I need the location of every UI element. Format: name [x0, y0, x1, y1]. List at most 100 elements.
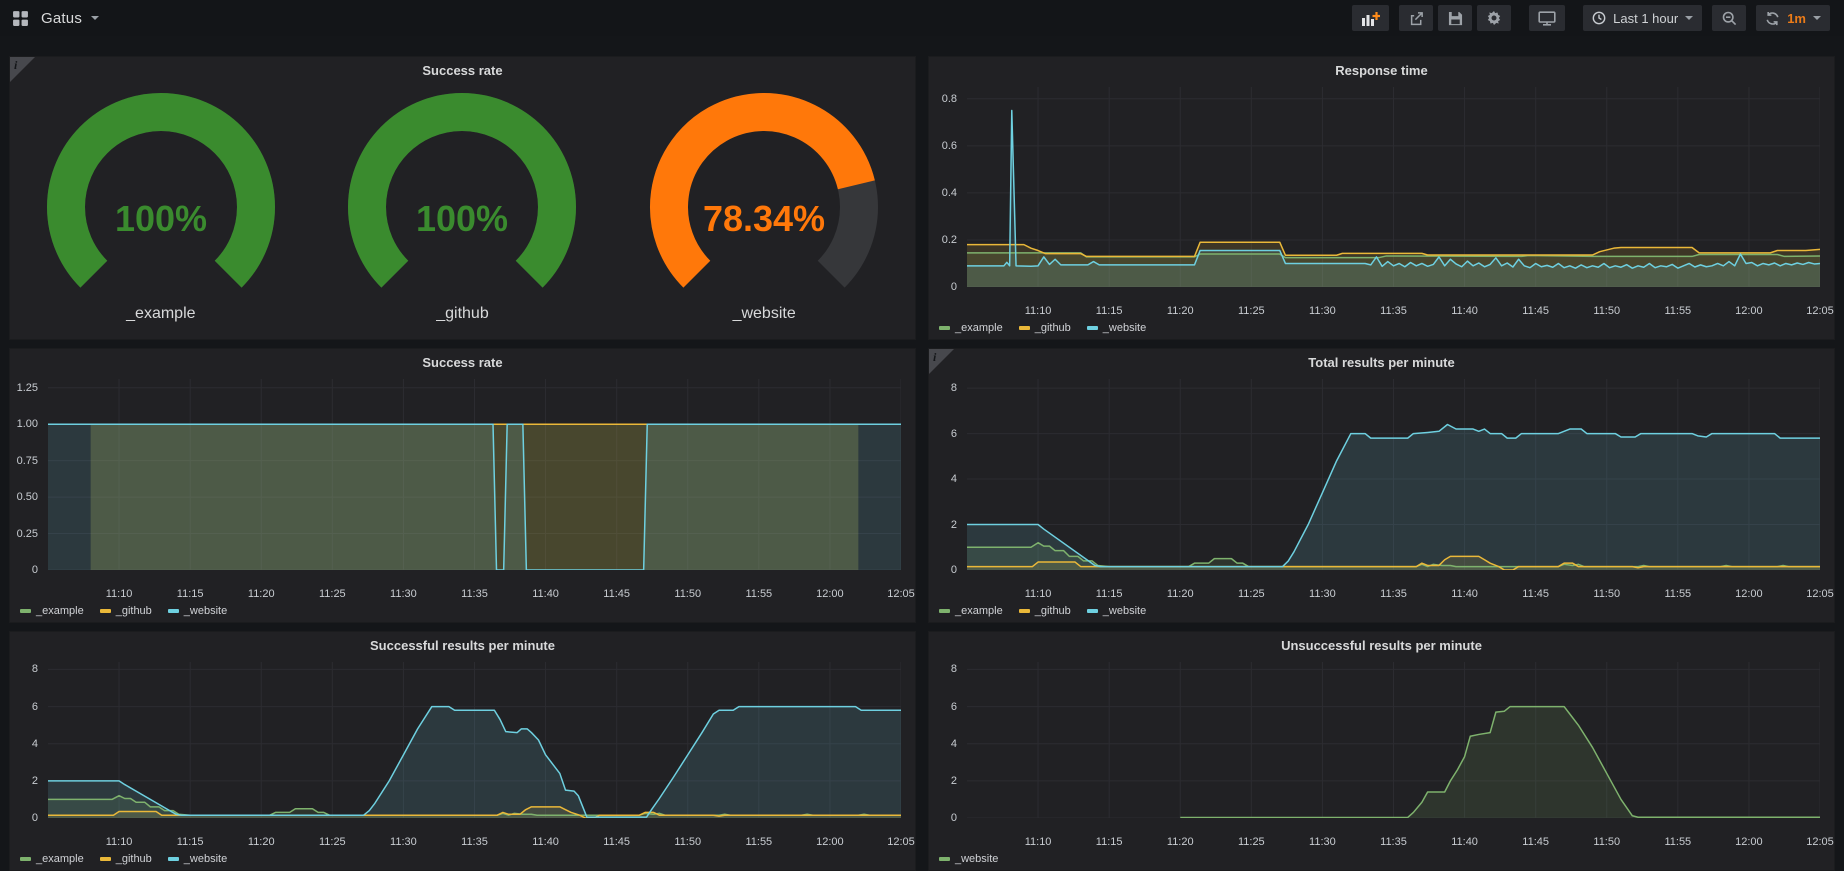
plot-area[interactable] [967, 87, 1820, 287]
apps-grid-icon[interactable] [12, 10, 29, 27]
caret-down-icon [91, 16, 99, 20]
x-tick-label: 11:40 [1451, 836, 1478, 848]
gauge-value: 78.34% [703, 198, 825, 239]
plot-area[interactable] [48, 662, 901, 818]
y-tick-label: 1.00 [17, 418, 38, 430]
save-button[interactable] [1438, 5, 1472, 31]
y-tick-label: 2 [951, 519, 957, 531]
x-tick-label: 11:35 [1380, 588, 1407, 600]
legend-swatch [20, 857, 31, 861]
share-icon [1409, 11, 1424, 26]
x-tick-label: 12:05 [887, 588, 915, 600]
legend-label: _github [116, 853, 152, 865]
x-tick-label: 12:00 [816, 836, 844, 848]
add-panel-button[interactable] [1352, 5, 1389, 31]
legend-item-_github[interactable]: _github [1019, 605, 1071, 617]
panel-total-results: Total results per minute 02468 11:1011:1… [928, 348, 1835, 623]
settings-button[interactable] [1477, 5, 1511, 31]
legend-item-_example[interactable]: _example [20, 605, 84, 617]
legend-item-_website[interactable]: _website [1087, 605, 1146, 617]
legend-item-_github[interactable]: _github [1019, 322, 1071, 334]
x-tick-label: 11:25 [1238, 588, 1265, 600]
panel-info-icon[interactable]: i [929, 349, 954, 374]
dashboard-title-dropdown[interactable]: Gatus [41, 10, 99, 27]
x-tick-label: 11:30 [1309, 836, 1336, 848]
tv-mode-button[interactable] [1529, 5, 1565, 31]
y-tick-label: 0.25 [17, 528, 38, 540]
gauge: 78.34% [644, 91, 884, 301]
x-tick-label: 11:15 [177, 836, 204, 848]
legend-swatch [1019, 609, 1030, 613]
legend-swatch [1019, 326, 1030, 330]
plot-canvas [967, 662, 1820, 818]
x-tick-label: 11:10 [1025, 588, 1052, 600]
y-axis: 00.250.500.751.001.25 [10, 379, 43, 570]
zoom-out-button[interactable] [1712, 5, 1746, 31]
plot-area[interactable] [48, 379, 901, 570]
y-tick-label: 0.6 [942, 140, 957, 152]
x-tick-label: 11:35 [461, 588, 488, 600]
refresh-picker[interactable]: 1m [1756, 5, 1830, 31]
legend-swatch [939, 326, 950, 330]
legend-swatch [168, 857, 179, 861]
plot-area[interactable] [967, 379, 1820, 570]
legend-item-_example[interactable]: _example [939, 605, 1003, 617]
legend-swatch [100, 857, 111, 861]
legend-label: _example [36, 605, 84, 617]
y-tick-label: 0.2 [942, 234, 957, 246]
legend-label: _example [955, 605, 1003, 617]
legend-swatch [939, 609, 950, 613]
y-tick-label: 0.4 [942, 187, 957, 199]
y-tick-label: 2 [32, 775, 38, 787]
gauge-value: 100% [416, 198, 508, 239]
panel-title[interactable]: Total results per minute [929, 349, 1834, 377]
share-button[interactable] [1399, 5, 1433, 31]
legend-item-_website[interactable]: _website [939, 853, 998, 865]
x-tick-label: 11:20 [1167, 305, 1194, 317]
legend-item-_example[interactable]: _example [20, 853, 84, 865]
x-tick-label: 11:45 [1522, 836, 1549, 848]
panel-title[interactable]: Unsuccessful results per minute [929, 632, 1834, 660]
panel-title[interactable]: Success rate [10, 57, 915, 85]
time-range-picker[interactable]: Last 1 hour [1583, 5, 1702, 31]
gauge-arc [367, 112, 557, 274]
x-tick-label: 11:40 [532, 836, 559, 848]
x-tick-label: 11:55 [1664, 305, 1691, 317]
y-tick-label: 6 [951, 428, 957, 440]
x-tick-label: 11:45 [1522, 588, 1549, 600]
x-tick-label: 11:35 [1380, 305, 1407, 317]
x-axis: 11:1011:1511:2011:2511:3011:3511:4011:45… [967, 301, 1820, 317]
x-tick-label: 12:05 [887, 836, 915, 848]
clock-icon [1592, 11, 1606, 25]
legend-item-_github[interactable]: _github [100, 605, 152, 617]
save-icon [1448, 11, 1463, 26]
legend-item-_website[interactable]: _website [168, 853, 227, 865]
panel-title[interactable]: Success rate [10, 349, 915, 377]
panel-title[interactable]: Successful results per minute [10, 632, 915, 660]
x-tick-label: 11:45 [603, 588, 630, 600]
legend-label: _github [1035, 605, 1071, 617]
panel-info-icon[interactable]: i [10, 57, 35, 82]
legend-label: _website [184, 605, 227, 617]
y-tick-label: 4 [32, 738, 38, 750]
panel-title[interactable]: Response time [929, 57, 1834, 85]
gauge-_example: 100%_example [41, 91, 281, 323]
y-axis: 00.20.40.60.8 [929, 87, 962, 287]
x-tick-label: 12:00 [1735, 836, 1763, 848]
legend-label: _website [955, 853, 998, 865]
plot-area[interactable] [967, 662, 1820, 818]
legend-item-_example[interactable]: _example [939, 322, 1003, 334]
y-tick-label: 4 [951, 738, 957, 750]
y-tick-label: 0 [951, 564, 957, 576]
legend-item-_website[interactable]: _website [168, 605, 227, 617]
panel-successful-results: Successful results per minute 02468 11:1… [9, 631, 916, 871]
legend-item-_github[interactable]: _github [100, 853, 152, 865]
series-area-_website [48, 707, 901, 818]
dashboard-grid: Success rate 100%_example100%_github78.3… [0, 36, 1844, 871]
gauge-value: 100% [115, 198, 207, 239]
x-tick-label: 11:25 [1238, 836, 1265, 848]
x-tick-label: 12:05 [1806, 836, 1834, 848]
x-tick-label: 11:10 [1025, 305, 1052, 317]
legend-label: _website [184, 853, 227, 865]
legend-item-_website[interactable]: _website [1087, 322, 1146, 334]
